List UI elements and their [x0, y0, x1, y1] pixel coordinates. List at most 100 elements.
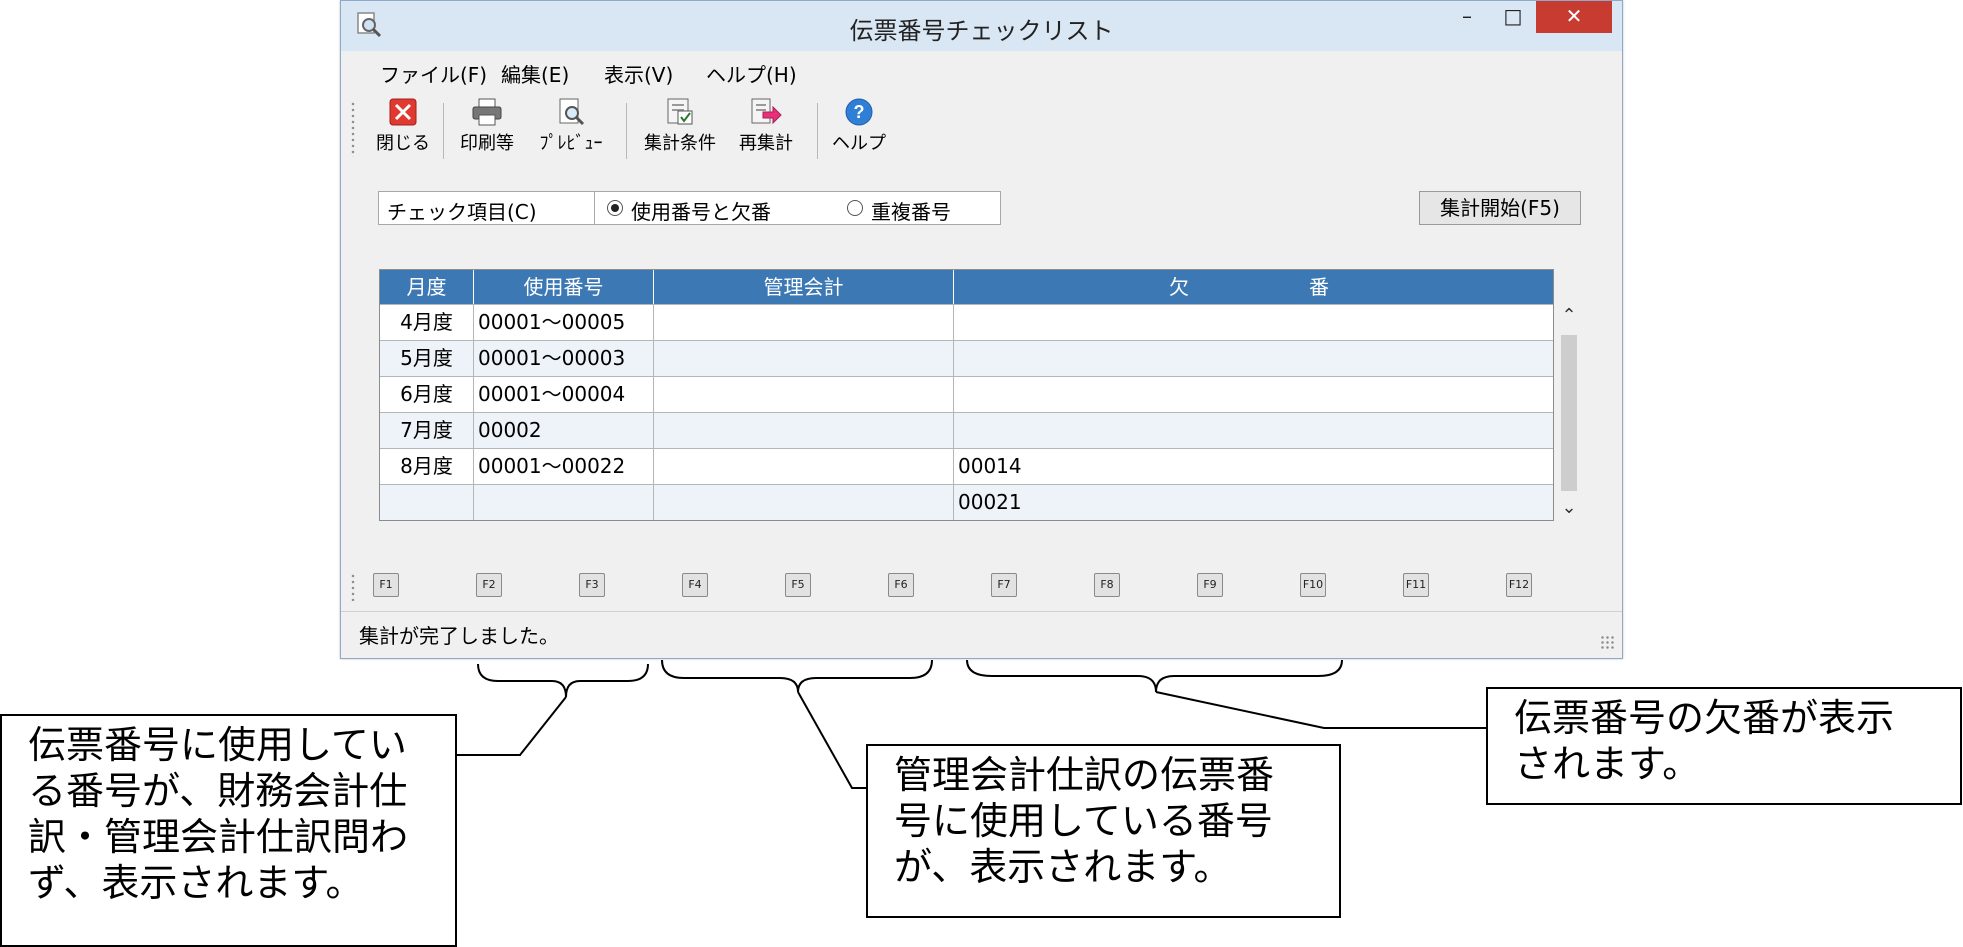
callout-missing-line: されます。 — [1514, 742, 1701, 786]
checklist-grid: 月度 使用番号 管理会計 欠 番 4月度 00001～00005 5月度 000… — [379, 269, 1554, 521]
cell-month: 7月度 — [380, 413, 474, 448]
cell-missing — [954, 305, 1553, 340]
callout-management: 管理会計仕訳の伝票番 号に使用している番号 が、表示されます。 — [866, 744, 1341, 918]
header-management[interactable]: 管理会計 — [654, 270, 954, 304]
maximize-button[interactable]: □ — [1491, 1, 1535, 33]
cell-month: 5月度 — [380, 341, 474, 376]
menu-help[interactable]: ヘルプ(H) — [706, 59, 797, 88]
close-icon — [389, 98, 417, 126]
menu-view[interactable]: 表示(V) — [604, 59, 673, 88]
fkey-f8[interactable]: F8 — [1094, 573, 1120, 597]
cell-used: 00002 — [474, 413, 654, 448]
recalc-tool-label: 再集計 — [739, 133, 793, 154]
scroll-down-arrow-icon[interactable]: ⌄ — [1559, 495, 1579, 521]
cell-used: 00001～00022 — [474, 449, 654, 484]
cell-missing — [954, 413, 1553, 448]
divider — [594, 192, 595, 224]
cell-missing — [954, 377, 1553, 412]
help-icon: ? — [845, 98, 873, 126]
recalc-tool-button[interactable]: 再集計 — [731, 97, 801, 155]
start-aggregation-button[interactable]: 集計開始(F5) — [1419, 191, 1581, 225]
cell-management — [654, 485, 954, 520]
cell-month: 6月度 — [380, 377, 474, 412]
toolbar-grip[interactable] — [351, 101, 355, 157]
cell-management — [654, 413, 954, 448]
callout-management-line: 号に使用している番号 — [894, 799, 1273, 843]
close-window-button[interactable]: ✕ — [1536, 1, 1612, 33]
cell-used — [474, 485, 654, 520]
fkey-f11[interactable]: F11 — [1403, 573, 1429, 597]
fkey-f1[interactable]: F1 — [373, 573, 399, 597]
checklist-icon — [667, 98, 693, 125]
leader-used — [456, 696, 567, 756]
brace-used — [477, 663, 649, 698]
vertical-scrollbar[interactable]: ⌃ ⌄ — [1559, 303, 1579, 521]
minimize-button[interactable]: – — [1445, 1, 1489, 33]
checklist-window: 伝票番号チェックリスト – □ ✕ ファイル(F) 編集(E) 表示(V) ヘル… — [340, 0, 1623, 659]
cell-missing: 00014 — [958, 454, 1022, 478]
table-row[interactable]: 8月度 00001～00022 00014 — [380, 448, 1553, 484]
window-title: 伝票番号チェックリスト — [849, 17, 1114, 45]
menu-bar: ファイル(F) 編集(E) 表示(V) ヘルプ(H) — [341, 51, 1622, 91]
title-bar[interactable]: 伝票番号チェックリスト – □ ✕ — [341, 1, 1622, 51]
callout-management-line: が、表示されます。 — [894, 845, 1232, 889]
toolbar-separator — [443, 103, 444, 159]
toolbar-separator — [817, 103, 818, 159]
close-tool-button[interactable]: 閉じる — [375, 97, 431, 155]
header-month[interactable]: 月度 — [380, 270, 474, 304]
check-item-label: チェック項目(C) — [387, 200, 537, 224]
grid-header: 月度 使用番号 管理会計 欠 番 — [380, 270, 1553, 304]
preview-icon — [559, 98, 585, 126]
print-tool-button[interactable]: 印刷等 — [455, 97, 519, 155]
header-missing-number[interactable]: 欠 番 — [954, 270, 1553, 304]
toolbar-separator — [626, 103, 627, 159]
scroll-up-arrow-icon[interactable]: ⌃ — [1559, 303, 1579, 329]
menu-file[interactable]: ファイル(F) — [380, 59, 487, 88]
radio-duplicate[interactable] — [847, 200, 863, 216]
recalculate-arrow-icon — [751, 98, 782, 125]
fkey-f9[interactable]: F9 — [1197, 573, 1223, 597]
callout-management-line: 管理会計仕訳の伝票番 — [894, 753, 1275, 797]
help-tool-label: ヘルプ — [832, 133, 886, 154]
cell-missing — [954, 341, 1553, 376]
help-tool-button[interactable]: ? ヘルプ — [827, 97, 891, 155]
fkey-f6[interactable]: F6 — [888, 573, 914, 597]
printer-icon — [472, 98, 502, 126]
header-used-number[interactable]: 使用番号 — [474, 270, 654, 304]
table-row[interactable]: 4月度 00001～00005 — [380, 304, 1553, 340]
cell-month: 8月度 — [380, 449, 474, 484]
fkey-f3[interactable]: F3 — [579, 573, 605, 597]
radio-used-and-missing-label[interactable]: 使用番号と欠番 — [631, 196, 771, 225]
brace-management — [661, 659, 933, 693]
callout-used-number: 伝票番号に使用してい る番号が、財務会計仕 訳・管理会計仕訳問わ ず、表示されま… — [0, 714, 457, 947]
fkey-f7[interactable]: F7 — [991, 573, 1017, 597]
radio-duplicate-label[interactable]: 重複番号 — [871, 196, 951, 225]
callout-missing-line: 伝票番号の欠番が表示 — [1514, 696, 1895, 740]
cell-month — [380, 485, 474, 520]
fkey-f2[interactable]: F2 — [476, 573, 502, 597]
close-tool-label: 閉じる — [376, 133, 430, 154]
scroll-thumb[interactable] — [1561, 335, 1577, 491]
svg-text:?: ? — [854, 102, 865, 122]
conditions-tool-button[interactable]: 集計条件 — [637, 97, 723, 155]
toolbar: 閉じる 印刷等 ﾌﾟﾚﾋﾞｭｰ 集計条件 再集計 ? ヘルプ — [341, 93, 1622, 165]
radio-used-and-missing[interactable] — [607, 200, 623, 216]
fkey-grip[interactable] — [351, 573, 355, 601]
cell-management — [654, 377, 954, 412]
menu-edit[interactable]: 編集(E) — [501, 59, 569, 88]
table-row[interactable]: 00021 — [380, 484, 1553, 520]
fkey-f5[interactable]: F5 — [785, 573, 811, 597]
leader-management — [797, 691, 866, 789]
table-row[interactable]: 6月度 00001～00004 — [380, 376, 1553, 412]
callout-used-line: 訳・管理会計仕訳問わ — [28, 815, 409, 859]
function-key-bar: F1 F2 F3 F4 F5 F6 F7 F8 F9 F10 F11 F12 — [341, 565, 1622, 605]
preview-tool-button[interactable]: ﾌﾟﾚﾋﾞｭｰ — [531, 97, 611, 155]
resize-grip-icon[interactable] — [1600, 635, 1616, 651]
fkey-f12[interactable]: F12 — [1506, 573, 1532, 597]
fkey-f4[interactable]: F4 — [682, 573, 708, 597]
table-row[interactable]: 5月度 00001～00003 — [380, 340, 1553, 376]
table-row[interactable]: 7月度 00002 — [380, 412, 1553, 448]
cell-used: 00001～00005 — [474, 305, 654, 340]
leader-missing — [1155, 691, 1488, 729]
fkey-f10[interactable]: F10 — [1300, 573, 1326, 597]
